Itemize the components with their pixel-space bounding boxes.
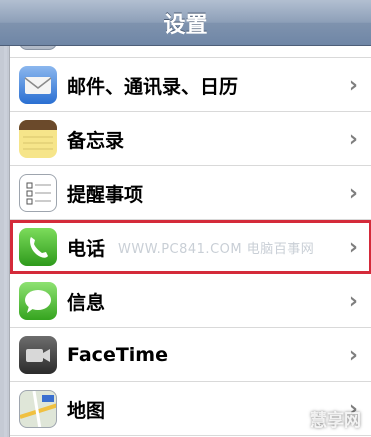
settings-row-reminders[interactable]: 提醒事项 › <box>10 166 371 220</box>
settings-row-label: 备忘录 <box>67 129 125 152</box>
phone-icon <box>19 228 57 266</box>
settings-row-label: 电话 <box>67 237 106 260</box>
watermark-text: WWW.PC841.COM 电脑百事网 <box>118 241 315 257</box>
navigation-bar: 设置 <box>0 0 371 46</box>
chevron-right-icon: › <box>348 342 358 368</box>
chevron-right-icon: › <box>348 234 358 260</box>
chevron-right-icon: › <box>348 288 358 314</box>
settings-row-facetime[interactable]: FaceTime › <box>10 328 371 382</box>
settings-row-label: 提醒事项 <box>67 183 144 206</box>
facetime-icon <box>19 336 57 374</box>
messages-icon <box>19 282 57 320</box>
settings-group: iCloud › 邮件、通讯录、日历 › 备忘录 › <box>9 28 371 437</box>
settings-row-mail[interactable]: 邮件、通讯录、日历 › <box>10 58 371 112</box>
settings-row-label: 地图 <box>67 399 106 422</box>
notes-icon <box>19 120 57 158</box>
chevron-right-icon: › <box>348 72 358 98</box>
chevron-right-icon: › <box>348 126 358 152</box>
settings-row-notes[interactable]: 备忘录 › <box>10 112 371 166</box>
settings-row-label: 邮件、通讯录、日历 <box>67 75 239 98</box>
settings-row-phone[interactable]: 电话 WWW.PC841.COM 电脑百事网 › <box>10 220 371 274</box>
mail-icon <box>19 66 57 104</box>
page-title: 设置 <box>163 12 208 38</box>
settings-row-label: FaceTime <box>67 344 168 366</box>
chevron-right-icon: › <box>348 180 358 206</box>
maps-icon <box>19 390 57 428</box>
settings-row-messages[interactable]: 信息 › <box>10 274 371 328</box>
settings-row-label: 信息 <box>67 291 106 314</box>
corner-watermark: 慧享网 <box>310 411 361 431</box>
reminders-icon <box>19 174 57 212</box>
